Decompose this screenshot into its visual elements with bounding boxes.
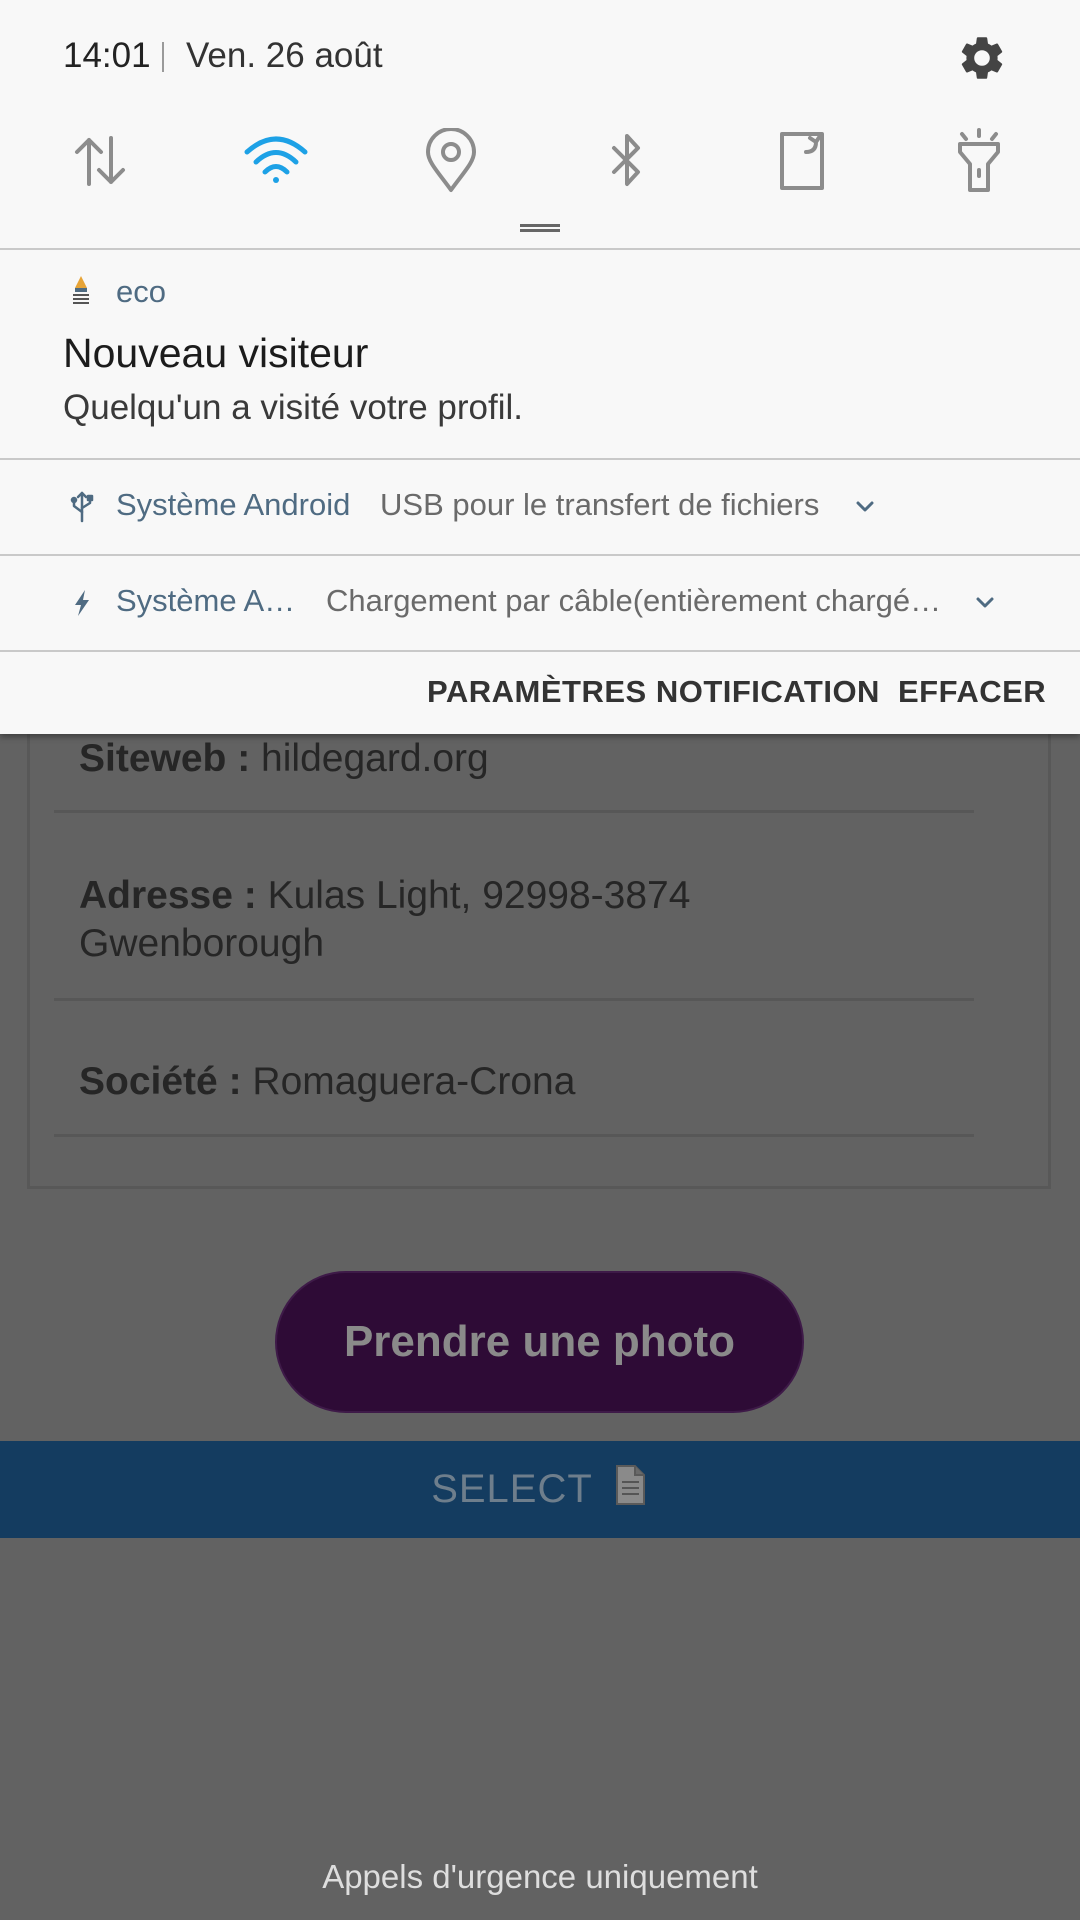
shade-drag-handle[interactable] — [520, 224, 560, 232]
flashlight-icon[interactable] — [946, 128, 1012, 194]
notification-shade: 14:01 Ven. 26 août eco Nouveau visiteur … — [0, 0, 1080, 734]
wifi-icon[interactable] — [243, 128, 309, 194]
screen-rotation-icon[interactable] — [770, 128, 836, 194]
notification-text: USB pour le transfert de fichiers — [380, 487, 820, 522]
usb-icon — [69, 490, 95, 524]
address-row: Adresse : Kulas Light, 92998-3874 Gwenbo… — [54, 872, 974, 968]
document-icon — [611, 1463, 649, 1517]
location-icon[interactable] — [418, 127, 484, 194]
status-separator — [162, 42, 164, 72]
notification-app-name: eco — [116, 274, 166, 309]
website-label: Siteweb : — [79, 737, 251, 780]
notification-usb[interactable]: Système Android USB pour le transfert de… — [0, 460, 1080, 554]
row-divider — [54, 1134, 974, 1137]
chevron-down-icon[interactable] — [972, 590, 998, 616]
website-row: Siteweb : hildegard.org — [54, 735, 974, 783]
status-date[interactable]: Ven. 26 août — [186, 36, 383, 76]
company-label: Société : — [79, 1060, 242, 1103]
notification-text: Chargement par câble(entièrement chargé… — [326, 583, 942, 618]
address-line1: Kulas Light, 92998-3874 — [267, 874, 691, 917]
select-button[interactable]: SELECT — [0, 1441, 1080, 1538]
select-label: SELECT — [431, 1467, 593, 1511]
address-line2: Gwenborough — [79, 922, 325, 965]
status-time: 14:01 — [63, 36, 151, 75]
company-value: Romaguera-Crona — [252, 1060, 576, 1103]
notification-app-name: Système A… — [116, 583, 296, 618]
eco-app-icon — [70, 274, 92, 310]
take-photo-button[interactable]: Prendre une photo — [275, 1271, 804, 1413]
settings-gear-icon[interactable] — [956, 32, 1008, 84]
take-photo-label: Prendre une photo — [343, 1317, 736, 1366]
divider — [0, 248, 1080, 250]
notification-title: Nouveau visiteur — [63, 330, 369, 376]
divider — [0, 650, 1080, 652]
notification-body: Quelqu'un a visité votre profil. — [63, 388, 523, 427]
clear-button[interactable]: EFFACER — [898, 674, 1046, 710]
emergency-calls-text[interactable]: Appels d'urgence uniquement — [0, 1858, 1080, 1896]
address-label: Adresse : — [79, 874, 257, 917]
data-transfer-icon[interactable] — [67, 128, 133, 194]
row-divider — [54, 998, 974, 1001]
website-value: hildegard.org — [261, 737, 489, 780]
charging-bolt-icon — [69, 586, 95, 620]
company-row: Société : Romaguera-Crona — [54, 1058, 974, 1106]
notification-settings-button[interactable]: PARAMÈTRES NOTIFICATION — [427, 674, 880, 710]
chevron-down-icon[interactable] — [852, 494, 878, 520]
notification-app-name: Système Android — [116, 487, 351, 522]
row-divider — [54, 810, 974, 813]
notification-charging[interactable]: Système A… Chargement par câble(entièrem… — [0, 556, 1080, 650]
bluetooth-icon[interactable] — [594, 128, 660, 194]
